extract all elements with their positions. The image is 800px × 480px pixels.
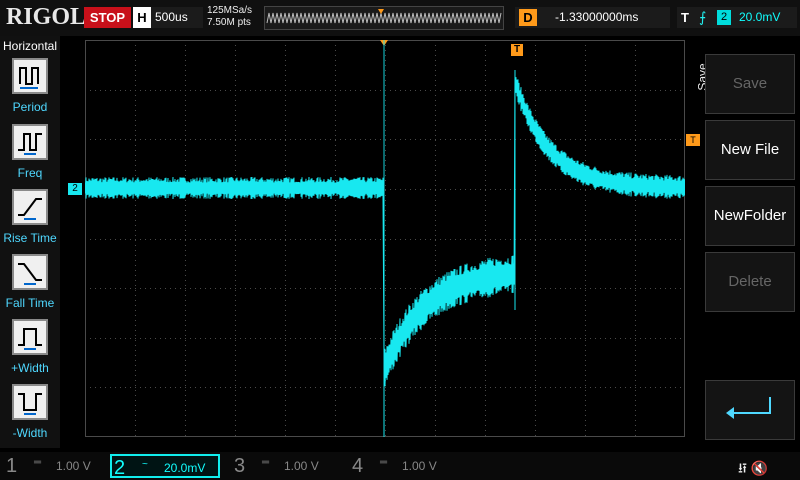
usb-icon: ⭿ <box>738 460 748 476</box>
delete-button[interactable]: Delete <box>705 252 795 312</box>
save-button[interactable]: Save <box>705 54 795 114</box>
channel-2-status[interactable]: 2 ~ 20.0mV <box>110 454 220 479</box>
trigger-label: T <box>681 10 689 25</box>
channel-scale: 1.00 V <box>284 459 319 473</box>
freq-label: Freq <box>17 166 43 180</box>
minus-width-label: -Width <box>12 426 48 440</box>
channel-3-status[interactable]: 3 ═ 1.00 V <box>232 454 342 478</box>
acquisition-info: 125MSa/s 7.50M pts <box>207 5 252 29</box>
channel-scale: 1.00 V <box>56 459 91 473</box>
brand-logo: RIGOL <box>6 4 87 30</box>
memory-depth: 7.50M pts <box>207 17 251 28</box>
measure-menu: Horizontal Period Freq Rise Time Fall Ti… <box>0 36 60 448</box>
trigger-readout[interactable]: T ⨍ 2 20.0mV <box>677 7 797 28</box>
minus-width-icon <box>12 384 48 420</box>
channel-4-status[interactable]: 4 ═ 1.00 V <box>350 454 460 478</box>
memory-overview-waveform <box>266 9 502 24</box>
timebase-value: 500us <box>155 10 188 24</box>
delay-readout[interactable]: D -1.33000000ms <box>515 7 670 28</box>
delay-label: D <box>519 9 537 26</box>
top-status-bar: RIGOL STOP H 500us 125MSa/s 7.50M pts D … <box>0 0 800 36</box>
plus-width-icon <box>12 319 48 355</box>
channel-number: 4 <box>352 455 364 477</box>
minus-width-button[interactable]: -Width <box>0 384 60 448</box>
delay-value: -1.33000000ms <box>555 10 639 24</box>
memory-overview-bar[interactable] <box>264 6 504 30</box>
channel-scale: 1.00 V <box>402 459 437 473</box>
channel-2-offset-marker[interactable]: 2 <box>68 183 82 195</box>
rise-time-label: Rise Time <box>3 231 57 245</box>
trigger-marker: T <box>511 44 523 56</box>
channel-number: 2 <box>114 457 126 479</box>
rise-time-button[interactable]: Rise Time <box>0 189 60 253</box>
memory-trigger-icon <box>378 9 384 14</box>
fall-time-icon <box>12 254 48 290</box>
save-menu: Save Save New File NewFolder Delete <box>696 40 800 440</box>
period-label: Period <box>12 100 48 114</box>
coupling-icon: ═ <box>262 457 270 468</box>
period-button[interactable]: Period <box>0 58 60 122</box>
freq-button[interactable]: Freq <box>0 124 60 188</box>
channel-number: 1 <box>6 455 18 477</box>
coupling-icon: ═ <box>34 457 42 468</box>
fall-time-label: Fall Time <box>5 296 55 310</box>
channel-number: 3 <box>234 455 246 477</box>
plus-width-label: +Width <box>11 361 49 375</box>
timebase-readout[interactable]: H 500us <box>133 7 203 28</box>
menu-title: Horizontal <box>3 39 58 53</box>
new-folder-button[interactable]: NewFolder <box>705 186 795 246</box>
plus-width-button[interactable]: +Width <box>0 319 60 383</box>
coupling-icon: ═ <box>380 457 388 468</box>
channel-scale: 20.0mV <box>164 461 206 475</box>
speaker-muted-icon[interactable]: 🔇 <box>751 460 768 476</box>
status-icons: ⭿ 🔇 <box>738 458 768 480</box>
waveform-canvas <box>85 40 685 437</box>
channel-bar: 1 ═ 1.00 V 2 ~ 20.0mV 3 ═ 1.00 V 4 ═ 1.0… <box>0 452 800 480</box>
new-file-button[interactable]: New File <box>705 120 795 180</box>
trigger-source: 2 <box>717 10 731 25</box>
coupling-icon: ~ <box>142 459 148 470</box>
fall-time-button[interactable]: Fall Time <box>0 254 60 318</box>
waveform-display[interactable] <box>85 40 685 437</box>
run-stop-status[interactable]: STOP <box>84 7 131 28</box>
channel-1-status[interactable]: 1 ═ 1.00 V <box>4 454 114 478</box>
enter-button[interactable] <box>705 380 795 440</box>
rising-edge-icon: ⨍ <box>699 9 707 25</box>
rise-time-icon <box>12 189 48 225</box>
period-icon <box>12 58 48 94</box>
trigger-level-icon[interactable]: T <box>686 134 700 146</box>
timebase-label: H <box>133 7 151 28</box>
enter-icon <box>726 397 771 419</box>
freq-icon <box>12 124 48 160</box>
trigger-level: 20.0mV <box>739 10 781 24</box>
sample-rate: 125MSa/s <box>207 5 253 16</box>
